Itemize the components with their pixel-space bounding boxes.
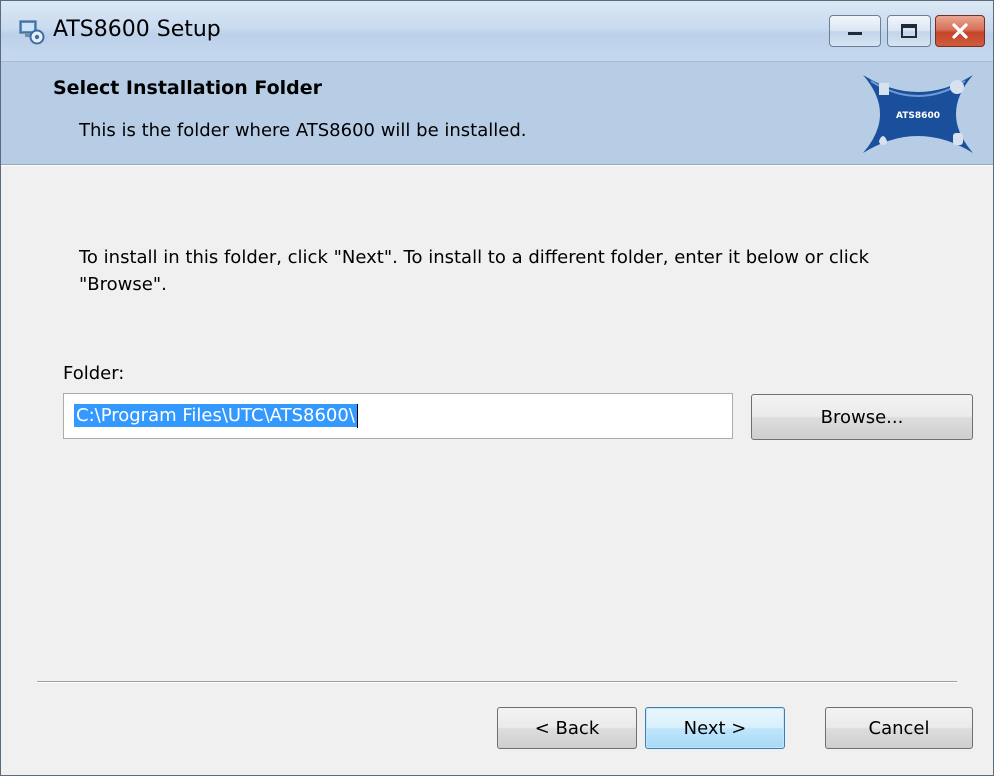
setup-window: ATS8600 Setup Select Installation Folder… [0, 0, 994, 776]
maximize-button[interactable] [887, 15, 931, 47]
close-button[interactable] [935, 15, 985, 47]
browse-button[interactable]: Browse... [751, 394, 973, 440]
folder-path-value: C:\Program Files\UTC\ATS8600\ [74, 404, 357, 427]
ats8600-logo: ATS8600 [863, 75, 973, 153]
close-icon [952, 23, 968, 39]
setup-app-icon [19, 20, 45, 45]
minimize-button[interactable] [829, 15, 881, 47]
back-button[interactable]: < Back [497, 707, 637, 749]
maximize-icon [901, 24, 917, 38]
cancel-button[interactable]: Cancel [825, 707, 973, 749]
footer-divider [37, 681, 957, 683]
minimize-icon [848, 32, 862, 35]
window-title: ATS8600 Setup [53, 17, 221, 42]
text-caret [357, 404, 358, 428]
folder-path-input[interactable]: C:\Program Files\UTC\ATS8600\ [63, 393, 733, 439]
logo-text: ATS8600 [896, 111, 940, 121]
folder-label: Folder: [63, 363, 125, 384]
title-bar[interactable]: ATS8600 Setup [1, 1, 993, 62]
next-button[interactable]: Next > [645, 707, 785, 749]
page-title: Select Installation Folder [53, 77, 323, 99]
install-instruction: To install in this folder, click "Next".… [79, 247, 870, 295]
header-divider [1, 164, 993, 166]
page-subtitle: This is the folder where ATS8600 will be… [79, 120, 527, 141]
